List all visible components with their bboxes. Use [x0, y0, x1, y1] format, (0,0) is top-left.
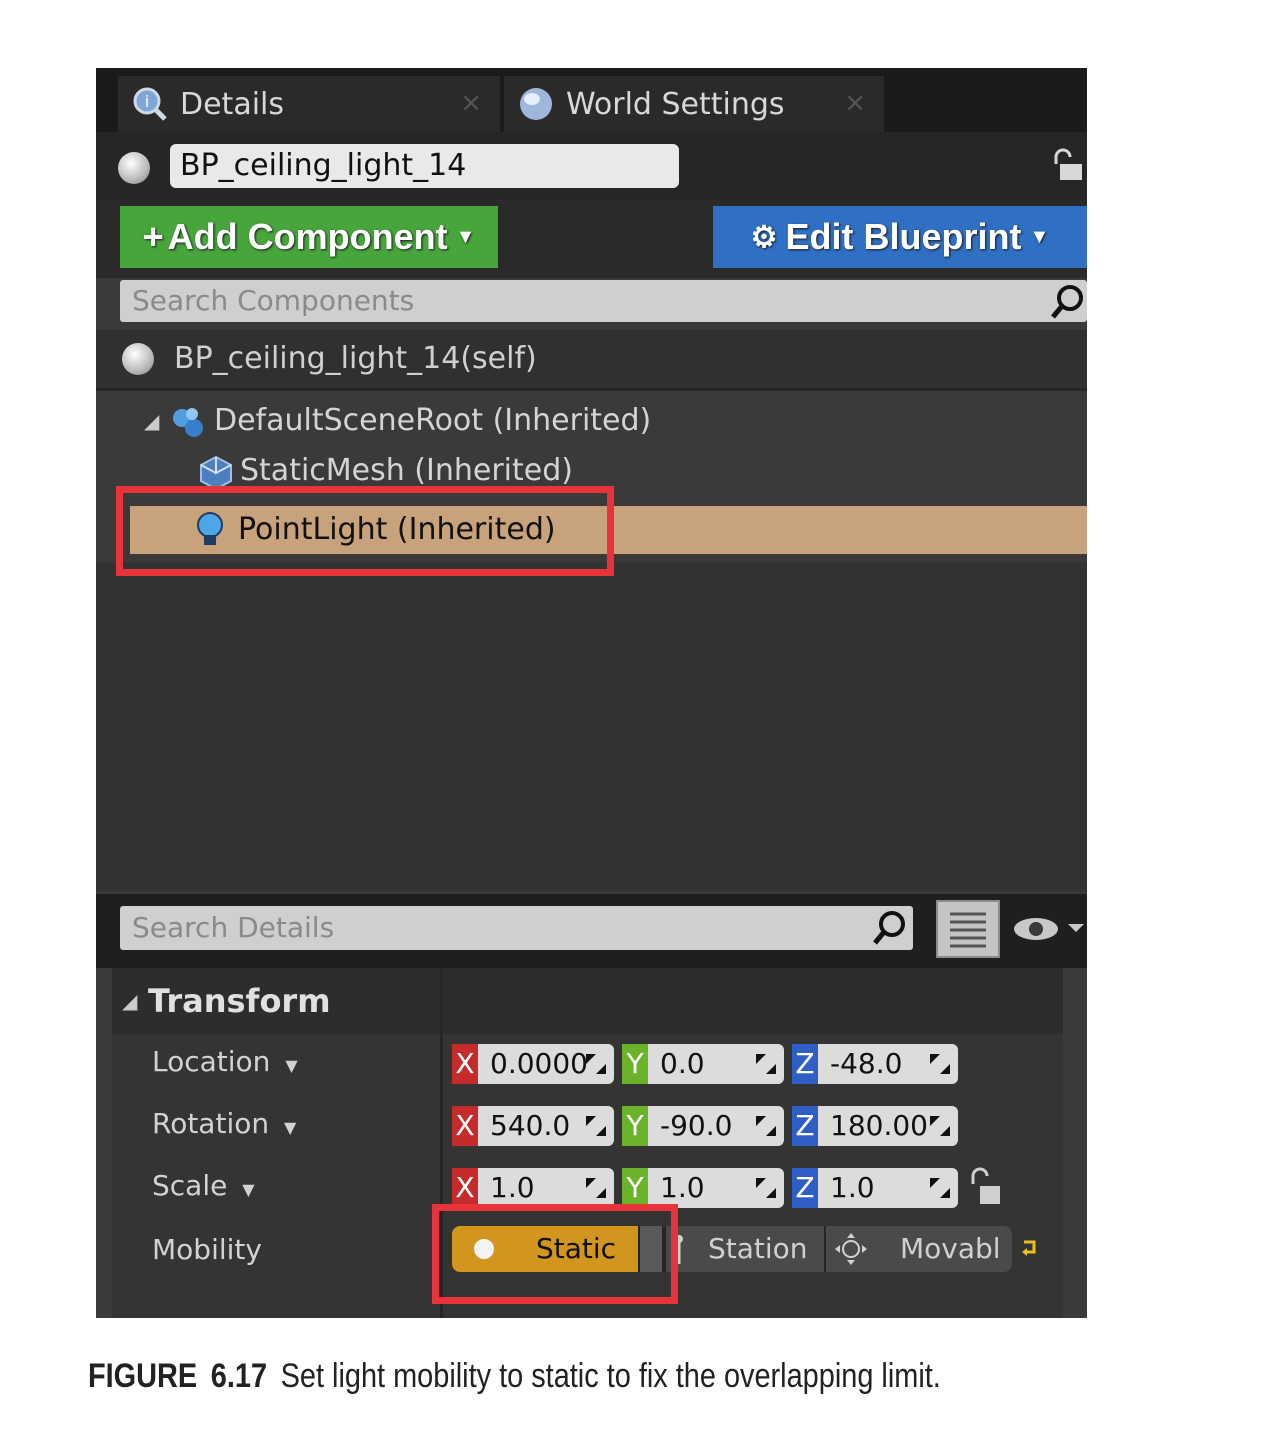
figure-caption: FIGURE 6.17 Set light mobility to static t… — [88, 1352, 1023, 1400]
scale-x-field[interactable]: 1.0 — [478, 1168, 614, 1208]
details-search-input[interactable]: Search Details — [120, 906, 913, 950]
spinner-icon[interactable] — [754, 1114, 778, 1138]
location-y-value: 0.0 — [660, 1047, 705, 1080]
actor-name-field[interactable]: BP_ceiling_light_14 — [170, 144, 679, 188]
scale-x-value: 1.0 — [490, 1171, 535, 1204]
expand-arrow-icon[interactable]: ◢ — [144, 398, 159, 444]
component-self-label: BP_ceiling_light_14(self) — [174, 341, 537, 376]
globe-icon — [518, 86, 554, 122]
details-panel: i Details × World Settings × BP_ceiling_… — [96, 68, 1087, 1318]
rotation-y-value: -90.0 — [660, 1109, 733, 1142]
spinner-icon[interactable] — [928, 1176, 952, 1200]
scale-z-value: 1.0 — [830, 1171, 875, 1204]
axis-z-badge: Z — [792, 1168, 818, 1208]
property-matrix-button[interactable] — [936, 900, 1000, 958]
actor-sphere-icon — [118, 152, 150, 184]
edit-blueprint-label: Edit Blueprint — [785, 216, 1022, 257]
close-icon[interactable]: × — [844, 88, 866, 118]
transform-section-header[interactable]: ◢ Transform — [112, 968, 1063, 1034]
axis-x-badge: X — [452, 1168, 478, 1208]
movable-label: Movabl — [900, 1232, 1001, 1265]
tab-details[interactable]: i Details × — [118, 76, 500, 132]
chevron-down-icon: ▼ — [285, 1056, 298, 1075]
spinner-icon[interactable] — [928, 1052, 952, 1076]
collapse-arrow-icon[interactable]: ◢ — [122, 968, 137, 1034]
axis-y-badge: Y — [622, 1168, 648, 1208]
reset-to-default-icon[interactable] — [1020, 1236, 1040, 1258]
axis-z-badge: Z — [792, 1106, 818, 1146]
divider — [96, 388, 1087, 391]
default-scene-root-label: DefaultSceneRoot (Inherited) — [214, 403, 652, 438]
component-list-empty-area — [96, 562, 1087, 892]
add-component-button[interactable]: + Add Component ▼ — [120, 206, 498, 268]
rotation-label-button[interactable]: Rotation ▼ — [152, 1104, 392, 1144]
location-z-field[interactable]: -48.0 — [818, 1044, 958, 1084]
scale-y-field[interactable]: 1.0 — [648, 1168, 784, 1208]
axis-z-badge: Z — [792, 1044, 818, 1084]
spinner-icon[interactable] — [754, 1052, 778, 1076]
location-label: Location — [152, 1045, 271, 1078]
close-icon[interactable]: × — [460, 88, 482, 118]
rotation-label: Rotation — [152, 1107, 270, 1140]
view-options-button[interactable] — [1010, 904, 1087, 954]
search-icon[interactable] — [1048, 282, 1087, 322]
mobility-stationary-button[interactable]: Station — [666, 1226, 824, 1272]
chevron-down-icon: ▼ — [284, 1118, 297, 1137]
spinner-icon[interactable] — [584, 1176, 608, 1200]
transform-header-label: Transform — [148, 982, 331, 1020]
grid-icon — [950, 912, 986, 948]
lock-icon[interactable] — [1050, 148, 1084, 184]
tab-details-label: Details — [180, 86, 285, 122]
location-x-value: 0.0000 — [490, 1047, 588, 1080]
axis-y-badge: Y — [622, 1106, 648, 1146]
location-z-value: -48.0 — [830, 1047, 903, 1080]
spinner-icon[interactable] — [754, 1176, 778, 1200]
edit-blueprint-button[interactable]: ⚙ Edit Blueprint ▼ — [713, 206, 1087, 268]
chevron-down-icon: ▼ — [1029, 225, 1050, 248]
chevron-down-icon: ▼ — [242, 1180, 255, 1199]
mobility-movable-button[interactable]: Movabl — [826, 1226, 1012, 1272]
eye-icon — [1014, 918, 1084, 940]
figure-label: FIGURE — [88, 1357, 198, 1395]
details-icon: i — [132, 86, 168, 122]
spinner-icon[interactable] — [928, 1114, 952, 1138]
rotation-z-value: 180.00 — [830, 1109, 928, 1142]
gears-icon: ⚙ — [750, 220, 778, 254]
rotation-z-field[interactable]: 180.00 — [818, 1106, 958, 1146]
location-y-field[interactable]: 0.0 — [648, 1044, 784, 1084]
axis-y-badge: Y — [622, 1044, 648, 1084]
chevron-down-icon: ▼ — [455, 225, 476, 248]
rotation-x-value: 540.0 — [490, 1109, 571, 1142]
search-icon[interactable] — [870, 908, 910, 948]
scale-y-value: 1.0 — [660, 1171, 705, 1204]
svg-text:i: i — [145, 92, 149, 111]
tab-world-settings-label: World Settings — [566, 86, 785, 122]
plus-icon: + — [142, 216, 164, 257]
tab-world-settings[interactable]: World Settings × — [504, 76, 884, 132]
location-x-field[interactable]: 0.0000 — [478, 1044, 614, 1084]
component-search-input[interactable]: Search Components — [120, 280, 1087, 322]
location-label-button[interactable]: Location ▼ — [152, 1042, 392, 1082]
figure-number: 6.17 — [210, 1357, 268, 1395]
axis-x-badge: X — [452, 1106, 478, 1146]
rotation-x-field[interactable]: 540.0 — [478, 1106, 614, 1146]
move-arrows-icon — [834, 1232, 868, 1280]
spinner-icon[interactable] — [584, 1052, 608, 1076]
lock-icon[interactable] — [968, 1166, 1004, 1208]
axis-x-badge: X — [452, 1044, 478, 1084]
highlight-point-light — [116, 486, 614, 576]
highlight-static-mobility — [432, 1204, 678, 1304]
component-row-default-scene-root[interactable]: ◢ DefaultSceneRoot (Inherited) — [116, 398, 1087, 444]
stationary-label: Station — [708, 1232, 808, 1265]
rotation-y-field[interactable]: -90.0 — [648, 1106, 784, 1146]
figure-caption-text: Set light mobility to static to fix the … — [280, 1357, 941, 1395]
scale-label: Scale — [152, 1169, 228, 1202]
spinner-icon[interactable] — [584, 1114, 608, 1138]
scale-label-button[interactable]: Scale ▼ — [152, 1166, 392, 1206]
mobility-label: Mobility — [152, 1233, 262, 1266]
component-self-row[interactable]: BP_ceiling_light_14(self) — [96, 330, 1087, 388]
scale-z-field[interactable]: 1.0 — [818, 1168, 958, 1208]
actor-sphere-icon — [122, 343, 154, 375]
add-component-label: Add Component — [167, 216, 448, 257]
